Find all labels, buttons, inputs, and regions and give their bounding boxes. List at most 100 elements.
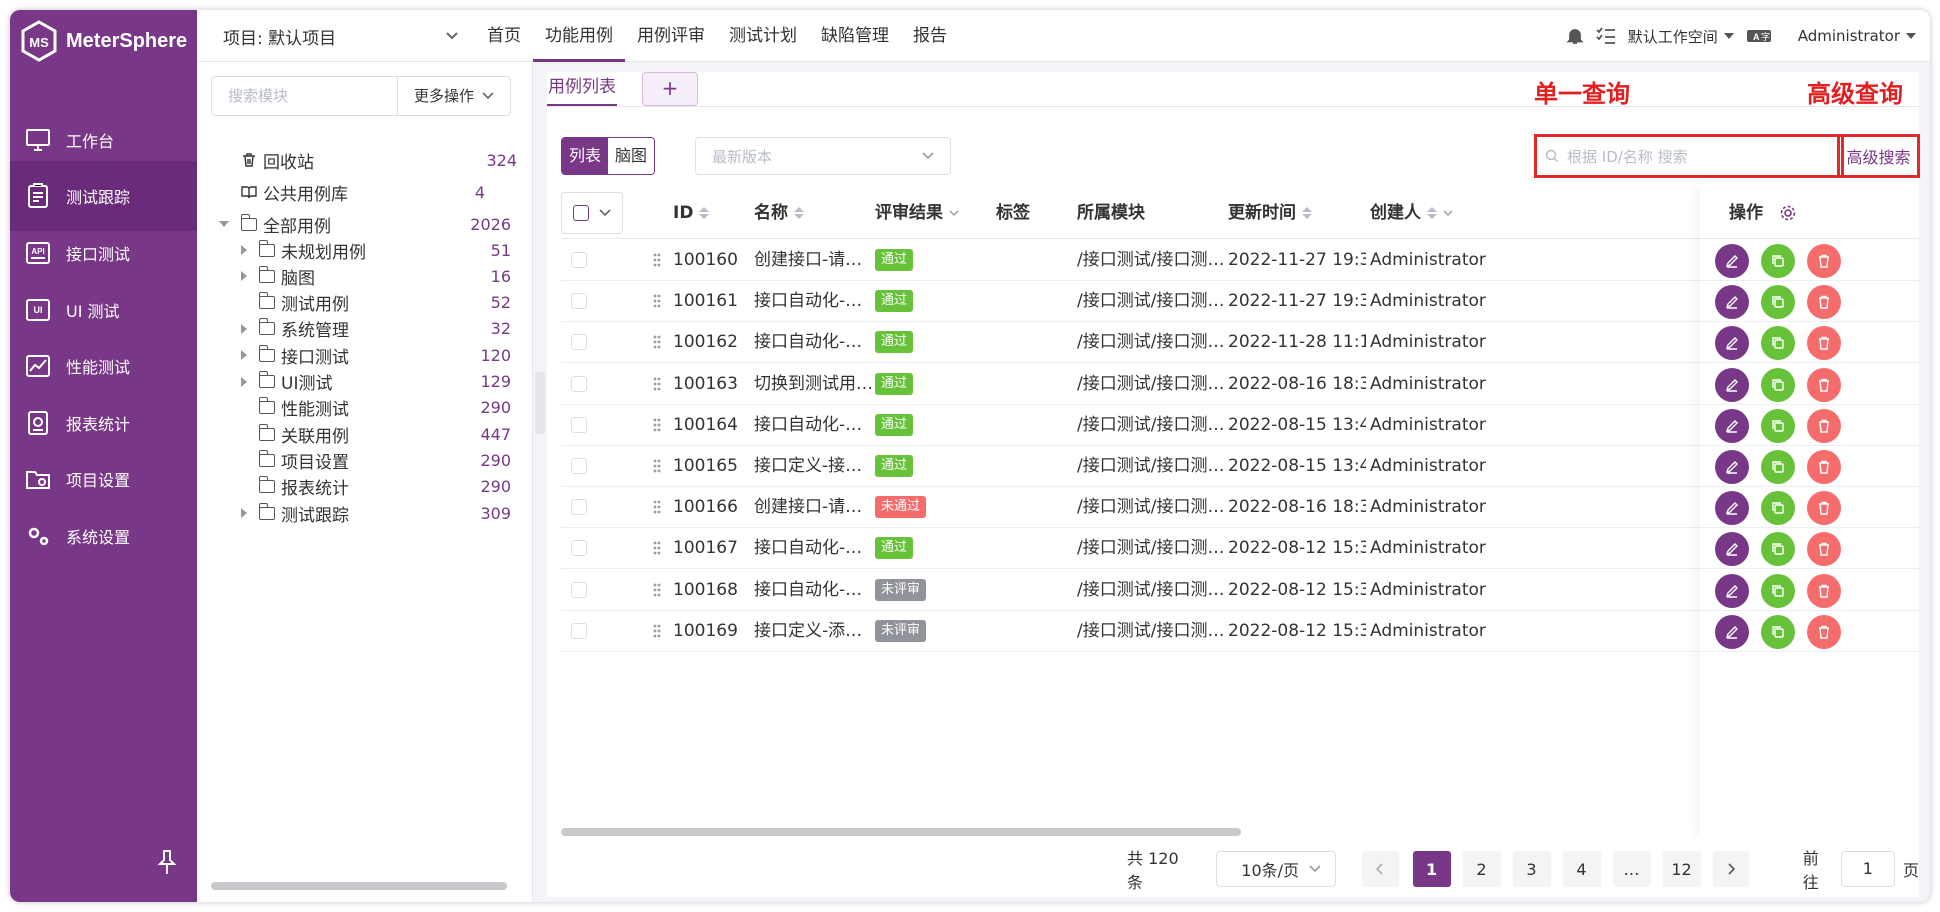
tree-item-public-library[interactable]: 公共用例库 4	[241, 177, 533, 207]
cell-name[interactable]: 创建接口-请…	[754, 240, 872, 281]
drag-handle-icon[interactable]	[653, 582, 661, 598]
copy-button[interactable]	[1761, 285, 1795, 320]
column-creator[interactable]: 创建人	[1370, 187, 1453, 239]
project-selector[interactable]: 项目: 默认项目	[223, 24, 459, 49]
expand-right-icon[interactable]	[241, 376, 247, 387]
add-tab-button[interactable]: +	[642, 72, 698, 106]
copy-button[interactable]	[1761, 326, 1795, 361]
select-all-checkbox[interactable]	[573, 205, 589, 221]
delete-button[interactable]	[1807, 614, 1841, 649]
column-updated-time[interactable]: 更新时间	[1228, 187, 1312, 239]
cell-name[interactable]: 创建接口-请…	[754, 487, 872, 528]
drag-handle-icon[interactable]	[653, 458, 661, 474]
cell-name[interactable]: 接口自动化-…	[754, 281, 872, 322]
drag-handle-icon[interactable]	[653, 499, 661, 515]
page-button[interactable]: 4	[1562, 851, 1601, 887]
table-row[interactable]: 100164 接口自动化-… 通过/接口测试/接口测… 2022-08-15 13:4…	[561, 405, 1919, 446]
copy-button[interactable]	[1761, 614, 1795, 649]
top-menu-item[interactable]: 报告	[901, 10, 959, 62]
top-menu-item[interactable]: 缺陷管理	[809, 10, 901, 62]
delete-button[interactable]	[1807, 573, 1841, 608]
drag-handle-icon[interactable]	[653, 623, 661, 639]
row-checkbox[interactable]	[571, 458, 587, 474]
table-row[interactable]: 100166 创建接口-请… 未通过/接口测试/接口测… 2022-08-16 18:…	[561, 487, 1919, 529]
copy-button[interactable]	[1761, 367, 1795, 402]
tab-case-list[interactable]: 用例列表	[547, 72, 617, 106]
cell-name[interactable]: 接口自动化-…	[754, 528, 872, 569]
delete-button[interactable]	[1807, 285, 1841, 320]
row-checkbox[interactable]	[571, 252, 587, 268]
prev-page-button[interactable]	[1362, 851, 1399, 887]
table-horizontal-scrollbar[interactable]	[561, 828, 1241, 836]
expand-right-icon[interactable]	[241, 271, 247, 282]
table-row[interactable]: 100163 切换到测试用… 通过/接口测试/接口测… 2022-08-16 18:3…	[561, 364, 1919, 405]
delete-button[interactable]	[1807, 532, 1841, 567]
column-id[interactable]: ID	[673, 187, 710, 239]
tree-item-recycle[interactable]: 回收站 324	[241, 145, 533, 175]
expand-right-icon[interactable]	[241, 508, 247, 518]
select-all-control[interactable]	[561, 192, 623, 234]
workspace-selector[interactable]: 默认工作空间	[1628, 26, 1734, 47]
cell-name[interactable]: 接口自动化-…	[754, 570, 872, 611]
sidebar-item-8[interactable]: 系统设置	[10, 501, 197, 571]
expand-right-icon[interactable]	[241, 350, 247, 361]
language-switch-icon[interactable]: A字	[1746, 28, 1772, 44]
cell-name[interactable]: 切换到测试用…	[754, 364, 872, 405]
cell-name[interactable]: 接口自动化-…	[754, 322, 872, 363]
copy-button[interactable]	[1761, 573, 1795, 608]
filter-arrow-icon[interactable]	[949, 209, 959, 217]
table-row[interactable]: 100168 接口自动化-… 未评审/接口测试/接口测… 2022-08-12 15:…	[561, 570, 1919, 611]
goto-page-input[interactable]: 1	[1840, 851, 1895, 887]
edit-button[interactable]	[1715, 408, 1749, 443]
drag-handle-icon[interactable]	[653, 540, 661, 556]
drag-handle-icon[interactable]	[653, 417, 661, 433]
edit-button[interactable]	[1715, 450, 1749, 484]
mindmap-view-button[interactable]: 脑图	[608, 138, 654, 174]
page-size-select[interactable]: 10条/页	[1216, 851, 1337, 887]
edit-button[interactable]	[1715, 491, 1749, 526]
column-name[interactable]: 名称	[754, 187, 804, 239]
case-search-input[interactable]: 根据 ID/名称 搜索	[1534, 134, 1844, 178]
sort-icon[interactable]	[1302, 207, 1312, 219]
page-button[interactable]: 3	[1512, 851, 1551, 887]
drag-handle-icon[interactable]	[653, 334, 661, 350]
row-checkbox[interactable]	[571, 375, 587, 392]
drag-handle-icon[interactable]	[653, 252, 661, 268]
advanced-search-button[interactable]: 高级搜索	[1837, 134, 1920, 178]
edit-button[interactable]	[1715, 326, 1749, 361]
edit-button[interactable]	[1715, 244, 1749, 278]
drag-handle-icon[interactable]	[653, 376, 661, 392]
edit-button[interactable]	[1715, 573, 1749, 608]
delete-button[interactable]	[1807, 367, 1841, 402]
page-button[interactable]: …	[1612, 851, 1651, 887]
panel-splitter[interactable]	[535, 372, 545, 434]
table-row[interactable]: 100161 接口自动化-… 通过/接口测试/接口测… 2022-11-27 19:3…	[561, 281, 1919, 323]
page-button[interactable]: 12	[1662, 851, 1701, 887]
drag-handle-icon[interactable]	[653, 293, 661, 309]
row-checkbox[interactable]	[571, 293, 587, 310]
row-checkbox[interactable]	[571, 416, 587, 433]
delete-button[interactable]	[1807, 408, 1841, 443]
edit-button[interactable]	[1715, 285, 1749, 320]
copy-button[interactable]	[1761, 450, 1795, 484]
edit-button[interactable]	[1715, 532, 1749, 567]
bell-icon[interactable]	[1566, 27, 1584, 45]
edit-button[interactable]	[1715, 614, 1749, 649]
edit-button[interactable]	[1715, 367, 1749, 402]
pin-icon[interactable]	[155, 848, 179, 876]
page-button[interactable]: 1	[1412, 851, 1451, 887]
table-row[interactable]: 100160 创建接口-请… 通过/接口测试/接口测… 2022-11-27 19:3…	[561, 240, 1919, 281]
next-page-button[interactable]	[1712, 851, 1749, 887]
delete-button[interactable]	[1807, 244, 1841, 278]
column-review-result[interactable]: 评审结果	[875, 187, 959, 239]
row-checkbox[interactable]	[571, 499, 587, 516]
expand-right-icon[interactable]	[241, 245, 247, 255]
copy-button[interactable]	[1761, 532, 1795, 567]
top-menu-item[interactable]: 测试计划	[717, 10, 809, 62]
copy-button[interactable]	[1761, 491, 1795, 526]
sort-icon[interactable]	[699, 207, 710, 219]
row-checkbox[interactable]	[571, 540, 587, 557]
expand-down-icon[interactable]	[219, 221, 229, 227]
delete-button[interactable]	[1807, 450, 1841, 484]
delete-button[interactable]	[1807, 326, 1841, 361]
